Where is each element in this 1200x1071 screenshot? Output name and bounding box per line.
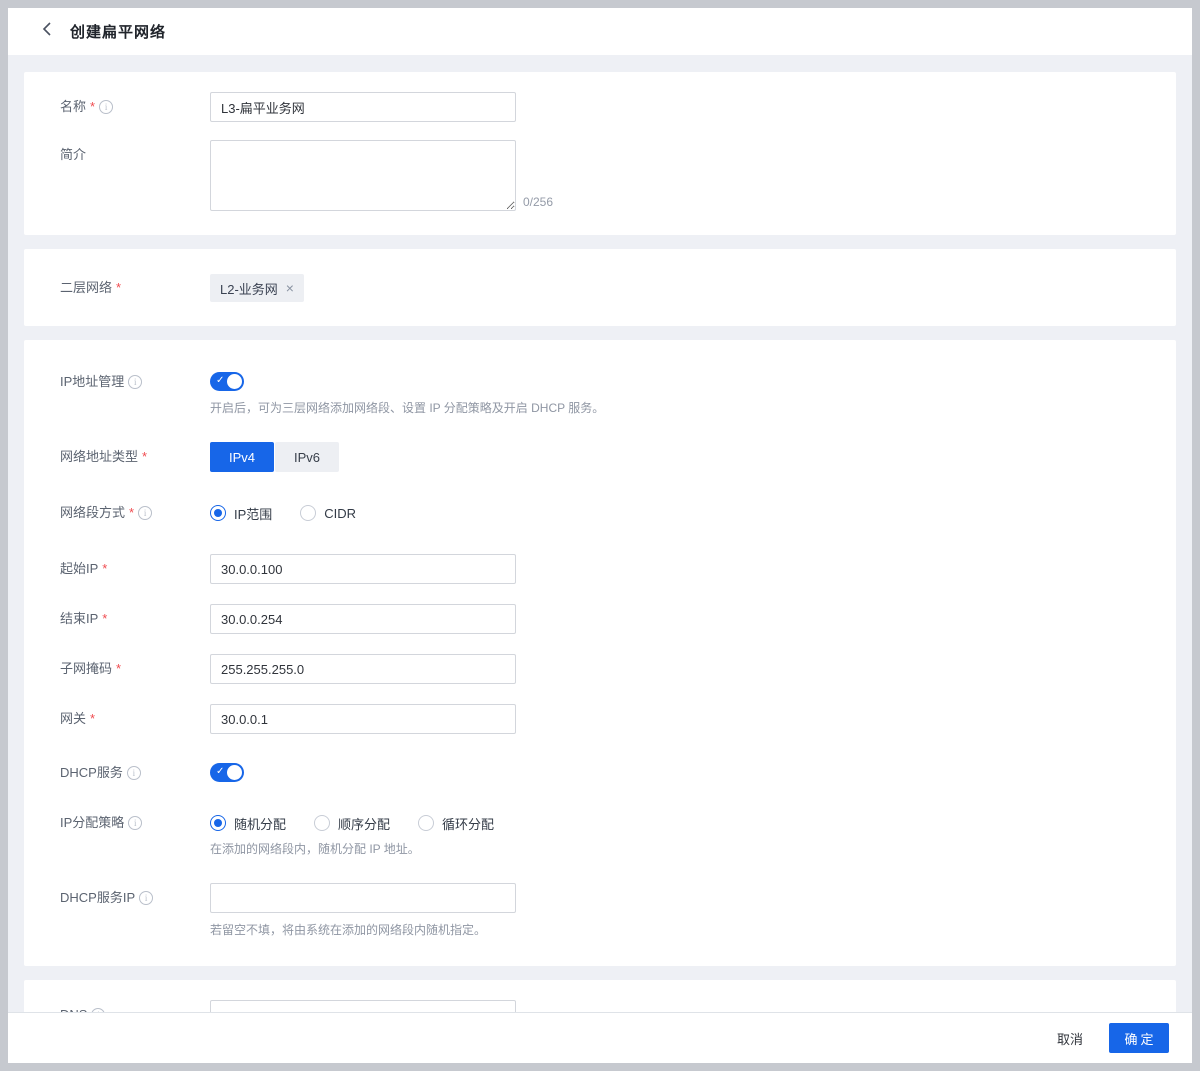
netmask-input[interactable] (210, 654, 516, 684)
cancel-button[interactable]: 取消 (1057, 1029, 1083, 1048)
network-settings-card: IP地址管理 开启后，可为三层网络添加网络段、设置 IP 分配策略及开启 DHC… (24, 340, 1176, 966)
start-ip-label: 起始IP * (60, 554, 210, 584)
radio-ip-range[interactable]: IP范围 (210, 504, 272, 523)
create-flat-network-page: 创建扁平网络 名称 * 简介 (8, 8, 1192, 1063)
start-ip-row: 起始IP * (60, 554, 1140, 584)
dhcp-label: DHCP服务 (60, 758, 210, 788)
segment-mode-row: 网络段方式 * IP范围 CIDR (60, 498, 1140, 528)
ip-alloc-helper: 在添加的网络段内，随机分配 IP 地址。 (210, 842, 420, 856)
gateway-input[interactable] (210, 704, 516, 734)
radio-roundrobin-alloc[interactable]: 循环分配 (418, 814, 494, 833)
page-footer: 取消 确定 (8, 1012, 1192, 1063)
chevron-left-icon (42, 22, 51, 41)
ipv6-button[interactable]: IPv6 (275, 442, 339, 472)
back-button[interactable] (36, 22, 56, 42)
start-ip-input[interactable] (210, 554, 516, 584)
end-ip-row: 结束IP * (60, 604, 1140, 634)
radio-icon (210, 815, 226, 831)
gateway-label: 网关 * (60, 704, 210, 734)
char-counter: 0/256 (523, 195, 554, 209)
ipv4-button[interactable]: IPv4 (210, 442, 274, 472)
dns-row: DNS (60, 1000, 1140, 1012)
dns-input[interactable] (210, 1000, 516, 1012)
ip-alloc-radios: 随机分配 顺序分配 循环分配 (210, 808, 494, 838)
ip-alloc-label: IP分配策略 (60, 808, 210, 857)
tag-remove-icon[interactable] (286, 281, 294, 295)
segment-mode-label: 网络段方式 * (60, 498, 210, 528)
radio-cidr[interactable]: CIDR (300, 505, 356, 521)
required-marker: * (90, 99, 96, 114)
radio-icon (418, 815, 435, 831)
required-marker: * (142, 449, 148, 464)
required-marker: * (116, 661, 122, 676)
ip-alloc-row: IP分配策略 随机分配 顺序分配 (60, 808, 1140, 857)
required-marker: * (90, 711, 96, 726)
info-icon[interactable] (99, 100, 114, 114)
dns-label: DNS (60, 1000, 210, 1012)
end-ip-label: 结束IP * (60, 604, 210, 634)
addr-type-label: 网络地址类型 * (60, 442, 210, 472)
radio-random-alloc[interactable]: 随机分配 (210, 814, 286, 833)
info-icon[interactable] (138, 506, 153, 520)
info-icon[interactable] (128, 375, 143, 389)
tag-label: L2-业务网 (220, 281, 278, 297)
required-marker: * (129, 505, 135, 520)
ip-mgmt-toggle[interactable] (210, 372, 244, 391)
ip-mgmt-label: IP地址管理 (60, 367, 210, 416)
page-title: 创建扁平网络 (70, 24, 167, 41)
netmask-label: 子网掩码 * (60, 654, 210, 684)
description-label: 简介 (60, 147, 87, 162)
segment-mode-radios: IP范围 CIDR (210, 498, 356, 528)
radio-sequential-alloc[interactable]: 顺序分配 (314, 814, 390, 833)
form-content: 名称 * 简介 0/256 (8, 55, 1192, 1012)
radio-icon (300, 505, 317, 521)
addr-type-row: 网络地址类型 * IPv4 IPv6 (60, 442, 1140, 472)
dhcp-toggle[interactable] (210, 763, 244, 782)
description-row: 简介 0/256 (60, 140, 1140, 211)
name-row: 名称 * (60, 92, 1140, 122)
dhcp-ip-helper: 若留空不填，将由系统在添加的网络段内随机指定。 (210, 923, 487, 937)
l2-network-card: 二层网络 * L2-业务网 (24, 249, 1176, 326)
dhcp-ip-label: DHCP服务IP (60, 883, 210, 938)
name-input[interactable] (210, 92, 516, 122)
info-icon[interactable] (126, 766, 141, 780)
ip-mgmt-helper: 开启后，可为三层网络添加网络段、设置 IP 分配策略及开启 DHCP 服务。 (210, 401, 605, 415)
gateway-row: 网关 * (60, 704, 1140, 734)
l2-network-row: 二层网络 * L2-业务网 (60, 273, 1140, 303)
addr-type-segmented: IPv4 IPv6 (210, 442, 340, 472)
ip-mgmt-row: IP地址管理 开启后，可为三层网络添加网络段、设置 IP 分配策略及开启 DHC… (60, 367, 1140, 416)
name-label: 名称 * (60, 92, 210, 122)
confirm-button[interactable]: 确定 (1109, 1023, 1169, 1053)
l2-network-label: 二层网络 * (60, 273, 210, 303)
radio-icon (314, 815, 331, 831)
dns-card: DNS (24, 980, 1176, 1012)
page-header: 创建扁平网络 (8, 8, 1192, 55)
basic-info-card: 名称 * 简介 0/256 (24, 72, 1176, 235)
netmask-row: 子网掩码 * (60, 654, 1140, 684)
dhcp-ip-input[interactable] (210, 883, 516, 913)
info-icon[interactable] (139, 891, 154, 905)
description-textarea[interactable] (210, 140, 516, 211)
dhcp-row: DHCP服务 (60, 758, 1140, 788)
l2-network-tag[interactable]: L2-业务网 (210, 274, 304, 302)
radio-icon (210, 505, 226, 521)
required-marker: * (102, 611, 108, 626)
end-ip-input[interactable] (210, 604, 516, 634)
dhcp-ip-row: DHCP服务IP 若留空不填，将由系统在添加的网络段内随机指定。 (60, 883, 1140, 938)
info-icon[interactable] (128, 816, 143, 830)
required-marker: * (116, 280, 122, 295)
required-marker: * (102, 561, 108, 576)
